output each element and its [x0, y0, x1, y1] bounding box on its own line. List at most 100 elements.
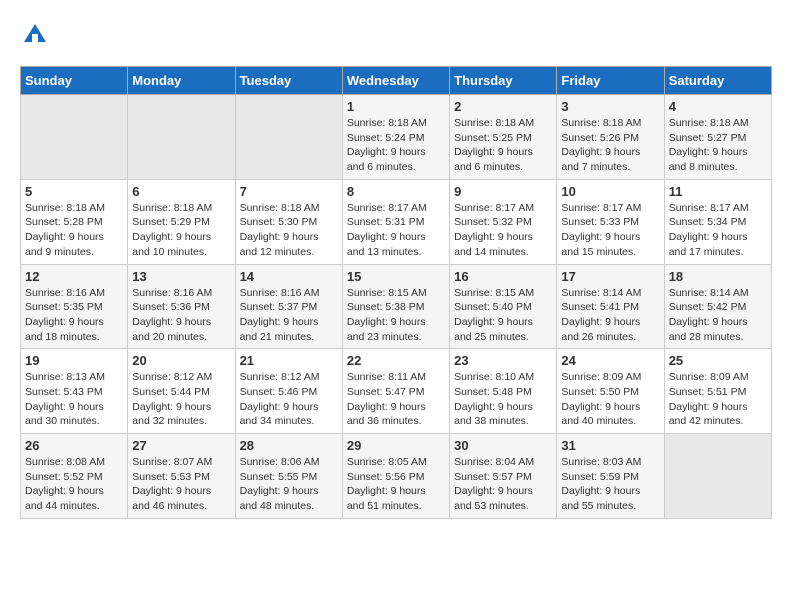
- day-number: 9: [454, 184, 552, 199]
- calendar-cell: [128, 95, 235, 180]
- weekday-header-saturday: Saturday: [664, 67, 771, 95]
- day-number: 1: [347, 99, 445, 114]
- calendar-cell: 18Sunrise: 8:14 AMSunset: 5:42 PMDayligh…: [664, 264, 771, 349]
- calendar-cell: 19Sunrise: 8:13 AMSunset: 5:43 PMDayligh…: [21, 349, 128, 434]
- weekday-header-row: SundayMondayTuesdayWednesdayThursdayFrid…: [21, 67, 772, 95]
- calendar-cell: 8 Sunrise: 8:17 AMSunset: 5:31 PMDaylight…: [342, 179, 449, 264]
- calendar-cell: 21Sunrise: 8:12 AMSunset: 5:46 PMDayligh…: [235, 349, 342, 434]
- day-number: 23: [454, 353, 552, 368]
- day-info: Sunrise: 8:13 AMSunset: 5:43 PMDaylight:…: [25, 370, 123, 429]
- day-number: 3: [561, 99, 659, 114]
- calendar-cell: 30Sunrise: 8:04 AMSunset: 5:57 PMDayligh…: [450, 434, 557, 519]
- calendar-cell: 26 Sunrise: 8:08 AMSunset: 5:52 PMDayligh…: [21, 434, 128, 519]
- day-info: Sunrise: 8:16 AMSunset: 5:35 PMDaylight:…: [25, 286, 123, 345]
- calendar-cell: 31Sunrise: 8:03 AMSunset: 5:59 PMDayligh…: [557, 434, 664, 519]
- calendar-cell: 24 Sunrise: 8:09 AMSunset: 5:50 PMDayligh…: [557, 349, 664, 434]
- day-info: Sunrise: 8:18 AMSunset: 5:28 PMDaylight:…: [25, 201, 123, 260]
- weekday-header-monday: Monday: [128, 67, 235, 95]
- day-info: Sunrise: 8:15 AMSunset: 5:38 PMDaylight:…: [347, 286, 445, 345]
- calendar-week-row: 1 Sunrise: 8:18 AMSunset: 5:24 PMDaylight…: [21, 95, 772, 180]
- day-info: Sunrise: 8:18 AMSunset: 5:24 PMDaylight:…: [347, 116, 445, 175]
- day-info: Sunrise: 8:17 AMSunset: 5:32 PMDaylight:…: [454, 201, 552, 260]
- weekday-header-tuesday: Tuesday: [235, 67, 342, 95]
- calendar-cell: 17Sunrise: 8:14 AMSunset: 5:41 PMDayligh…: [557, 264, 664, 349]
- day-info: Sunrise: 8:07 AMSunset: 5:53 PMDaylight:…: [132, 455, 230, 514]
- day-number: 20: [132, 353, 230, 368]
- calendar-cell: 7 Sunrise: 8:18 AMSunset: 5:30 PMDaylight…: [235, 179, 342, 264]
- day-info: Sunrise: 8:18 AMSunset: 5:27 PMDaylight:…: [669, 116, 767, 175]
- day-info: Sunrise: 8:14 AMSunset: 5:41 PMDaylight:…: [561, 286, 659, 345]
- day-number: 24: [561, 353, 659, 368]
- day-info: Sunrise: 8:18 AMSunset: 5:25 PMDaylight:…: [454, 116, 552, 175]
- weekday-header-friday: Friday: [557, 67, 664, 95]
- weekday-header-sunday: Sunday: [21, 67, 128, 95]
- day-number: 5: [25, 184, 123, 199]
- day-number: 21: [240, 353, 338, 368]
- calendar-cell: 25 Sunrise: 8:09 AMSunset: 5:51 PMDayligh…: [664, 349, 771, 434]
- page-header: [20, 20, 772, 50]
- day-number: 26: [25, 438, 123, 453]
- calendar-cell: 29 Sunrise: 8:05 AMSunset: 5:56 PMDayligh…: [342, 434, 449, 519]
- calendar-cell: 22 Sunrise: 8:11 AMSunset: 5:47 PMDayligh…: [342, 349, 449, 434]
- calendar-week-row: 5 Sunrise: 8:18 AMSunset: 5:28 PMDaylight…: [21, 179, 772, 264]
- weekday-header-thursday: Thursday: [450, 67, 557, 95]
- day-number: 30: [454, 438, 552, 453]
- calendar-cell: [235, 95, 342, 180]
- calendar-cell: 10Sunrise: 8:17 AMSunset: 5:33 PMDayligh…: [557, 179, 664, 264]
- calendar-cell: 14 Sunrise: 8:16 AMSunset: 5:37 PMDayligh…: [235, 264, 342, 349]
- calendar-cell: 12 Sunrise: 8:16 AMSunset: 5:35 PMDayligh…: [21, 264, 128, 349]
- day-number: 22: [347, 353, 445, 368]
- day-info: Sunrise: 8:10 AMSunset: 5:48 PMDaylight:…: [454, 370, 552, 429]
- calendar-cell: 9 Sunrise: 8:17 AMSunset: 5:32 PMDaylight…: [450, 179, 557, 264]
- day-number: 4: [669, 99, 767, 114]
- day-number: 14: [240, 269, 338, 284]
- day-number: 8: [347, 184, 445, 199]
- day-number: 28: [240, 438, 338, 453]
- logo-icon: [20, 20, 50, 50]
- day-info: Sunrise: 8:18 AMSunset: 5:29 PMDaylight:…: [132, 201, 230, 260]
- day-number: 2: [454, 99, 552, 114]
- day-number: 29: [347, 438, 445, 453]
- calendar-cell: [21, 95, 128, 180]
- day-info: Sunrise: 8:08 AMSunset: 5:52 PMDaylight:…: [25, 455, 123, 514]
- day-info: Sunrise: 8:15 AMSunset: 5:40 PMDaylight:…: [454, 286, 552, 345]
- day-number: 15: [347, 269, 445, 284]
- day-number: 11: [669, 184, 767, 199]
- calendar-cell: 5 Sunrise: 8:18 AMSunset: 5:28 PMDaylight…: [21, 179, 128, 264]
- calendar-cell: 11 Sunrise: 8:17 AMSunset: 5:34 PMDayligh…: [664, 179, 771, 264]
- day-info: Sunrise: 8:09 AMSunset: 5:51 PMDaylight:…: [669, 370, 767, 429]
- day-info: Sunrise: 8:06 AMSunset: 5:55 PMDaylight:…: [240, 455, 338, 514]
- day-info: Sunrise: 8:17 AMSunset: 5:34 PMDaylight:…: [669, 201, 767, 260]
- calendar-cell: 27 Sunrise: 8:07 AMSunset: 5:53 PMDayligh…: [128, 434, 235, 519]
- day-number: 10: [561, 184, 659, 199]
- day-info: Sunrise: 8:09 AMSunset: 5:50 PMDaylight:…: [561, 370, 659, 429]
- day-number: 16: [454, 269, 552, 284]
- calendar-cell: [664, 434, 771, 519]
- calendar-cell: 6Sunrise: 8:18 AMSunset: 5:29 PMDaylight…: [128, 179, 235, 264]
- calendar-cell: 20 Sunrise: 8:12 AMSunset: 5:44 PMDayligh…: [128, 349, 235, 434]
- day-number: 7: [240, 184, 338, 199]
- calendar-table: SundayMondayTuesdayWednesdayThursdayFrid…: [20, 66, 772, 519]
- calendar-cell: 23 Sunrise: 8:10 AMSunset: 5:48 PMDayligh…: [450, 349, 557, 434]
- calendar-cell: 1 Sunrise: 8:18 AMSunset: 5:24 PMDaylight…: [342, 95, 449, 180]
- calendar-week-row: 19Sunrise: 8:13 AMSunset: 5:43 PMDayligh…: [21, 349, 772, 434]
- calendar-cell: 16 Sunrise: 8:15 AMSunset: 5:40 PMDayligh…: [450, 264, 557, 349]
- day-info: Sunrise: 8:18 AMSunset: 5:26 PMDaylight:…: [561, 116, 659, 175]
- day-info: Sunrise: 8:16 AMSunset: 5:37 PMDaylight:…: [240, 286, 338, 345]
- day-info: Sunrise: 8:17 AMSunset: 5:31 PMDaylight:…: [347, 201, 445, 260]
- calendar-cell: 15 Sunrise: 8:15 AMSunset: 5:38 PMDayligh…: [342, 264, 449, 349]
- day-number: 13: [132, 269, 230, 284]
- day-info: Sunrise: 8:12 AMSunset: 5:44 PMDaylight:…: [132, 370, 230, 429]
- day-info: Sunrise: 8:05 AMSunset: 5:56 PMDaylight:…: [347, 455, 445, 514]
- day-info: Sunrise: 8:11 AMSunset: 5:47 PMDaylight:…: [347, 370, 445, 429]
- calendar-cell: 28 Sunrise: 8:06 AMSunset: 5:55 PMDayligh…: [235, 434, 342, 519]
- calendar-cell: 13Sunrise: 8:16 AMSunset: 5:36 PMDayligh…: [128, 264, 235, 349]
- logo: [20, 20, 54, 50]
- day-number: 25: [669, 353, 767, 368]
- calendar-week-row: 12 Sunrise: 8:16 AMSunset: 5:35 PMDayligh…: [21, 264, 772, 349]
- day-info: Sunrise: 8:03 AMSunset: 5:59 PMDaylight:…: [561, 455, 659, 514]
- day-number: 27: [132, 438, 230, 453]
- calendar-week-row: 26 Sunrise: 8:08 AMSunset: 5:52 PMDayligh…: [21, 434, 772, 519]
- day-info: Sunrise: 8:18 AMSunset: 5:30 PMDaylight:…: [240, 201, 338, 260]
- day-number: 12: [25, 269, 123, 284]
